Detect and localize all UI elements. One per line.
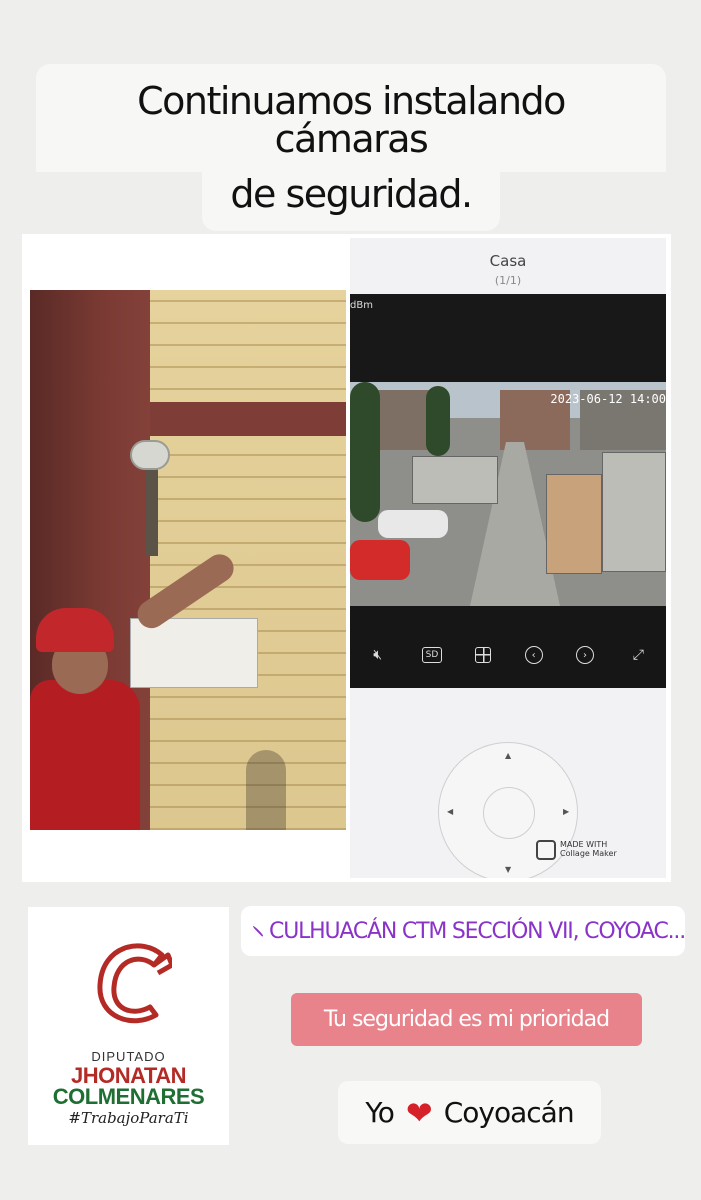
feed-header: dBm <box>350 294 666 382</box>
ptz-center[interactable] <box>483 787 535 839</box>
worker-cap <box>36 608 114 652</box>
prev-icon[interactable]: ‹ <box>524 646 543 664</box>
signal-label: dBm <box>350 300 373 311</box>
coyoacan-text: Coyoacán <box>443 1096 575 1129</box>
caption-line-1: Continuamos instalando cámaras <box>36 64 666 172</box>
deputy-logo: DIPUTADO JHONATAN COLMENARES #TrabajoPar… <box>28 907 229 1145</box>
photo-collage: Casa (1/1) dBm 2023-06-12 14:00 🔇︎ SD ‹ <box>22 234 671 882</box>
hand-c-logo-icon <box>97 943 172 1024</box>
slogan-text: Tu seguridad es mi prioridad <box>323 1007 610 1032</box>
logo-hashtag: #TrabajoParaTi <box>68 1109 189 1127</box>
logo-title: DIPUTADO <box>91 1049 166 1064</box>
logo-last-name: COLMENARES <box>52 1084 205 1109</box>
security-camera <box>130 440 170 470</box>
story-caption: Continuamos instalando cámaras de seguri… <box>36 64 666 231</box>
player-toolbar: 🔇︎ SD ‹ › ⤢ <box>350 606 666 688</box>
pan-down-icon[interactable]: ▼ <box>505 865 511 874</box>
pan-up-icon[interactable]: ▲ <box>505 751 511 760</box>
location-text: CULHUACÁN CTM SECCIÓN VII, COYOAC... <box>269 918 686 944</box>
collage-maker-logo-icon <box>536 840 556 860</box>
pan-left-icon[interactable]: ◀ <box>447 807 453 816</box>
grid-view-icon[interactable] <box>475 647 492 663</box>
worker-vest <box>30 680 140 830</box>
next-icon[interactable]: › <box>575 646 594 664</box>
fullscreen-icon[interactable]: ⤢ <box>627 646 649 664</box>
slogan-sticker: Tu seguridad es mi prioridad <box>291 993 642 1046</box>
installation-photo <box>30 290 346 830</box>
caption-line-2: de seguridad. <box>202 171 500 231</box>
heart-icon: ❤ <box>405 1093 433 1132</box>
yo-text: Yo <box>365 1096 394 1129</box>
sd-quality-button[interactable]: SD <box>421 647 442 663</box>
camera-app-screenshot: Casa (1/1) dBm 2023-06-12 14:00 🔇︎ SD ‹ <box>350 238 666 878</box>
feed-timestamp: 2023-06-12 14:00 <box>550 392 666 406</box>
camera-feed[interactable]: 2023-06-12 14:00 <box>350 382 666 606</box>
collage-maker-watermark: MADE WITH Collage Maker <box>536 836 646 864</box>
camera-name: Casa <box>489 252 527 270</box>
location-sticker[interactable]: CULHUACÁN CTM SECCIÓN VII, COYOAC... <box>241 906 686 956</box>
camera-count: (1/1) <box>494 274 522 287</box>
pan-right-icon[interactable]: ▶ <box>563 807 569 816</box>
mute-icon[interactable]: 🔇︎ <box>367 646 389 664</box>
camera-mount <box>146 466 158 556</box>
location-pin-icon <box>252 925 264 937</box>
love-coyoacan-sticker: Yo ❤ Coyoacán <box>338 1081 601 1144</box>
